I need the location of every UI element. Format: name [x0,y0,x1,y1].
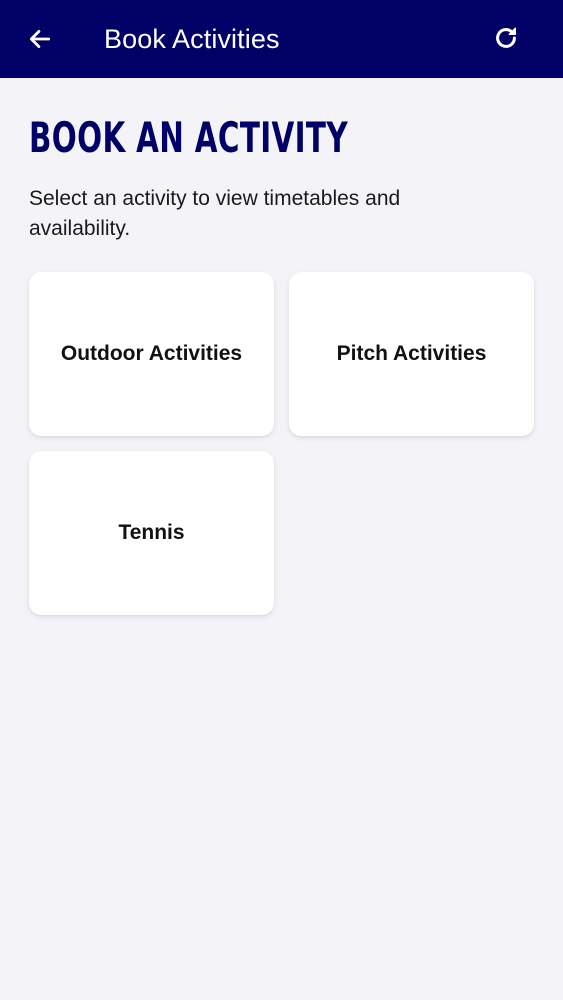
activity-card-label: Tennis [118,521,185,544]
activity-card-label: Pitch Activities [336,342,487,365]
page-subtitle: Select an activity to view timetables an… [29,187,401,240]
back-button[interactable] [18,17,62,61]
page-heading: BOOK AN ACTIVITY [29,113,348,162]
activity-card-label: Outdoor Activities [60,342,243,365]
arrow-left-icon [29,30,51,48]
main-content: BOOK AN ACTIVITY Select an activity to v… [29,78,535,615]
refresh-icon [496,27,517,48]
app-bar: Book Activities [0,0,563,78]
activity-card-tennis[interactable]: Tennis [29,451,274,615]
activity-card-outdoor-activities[interactable]: Outdoor Activities [29,272,274,436]
app-title: Book Activities [104,24,280,54]
activity-card-pitch-activities[interactable]: Pitch Activities [289,272,534,436]
refresh-button[interactable] [484,16,528,60]
